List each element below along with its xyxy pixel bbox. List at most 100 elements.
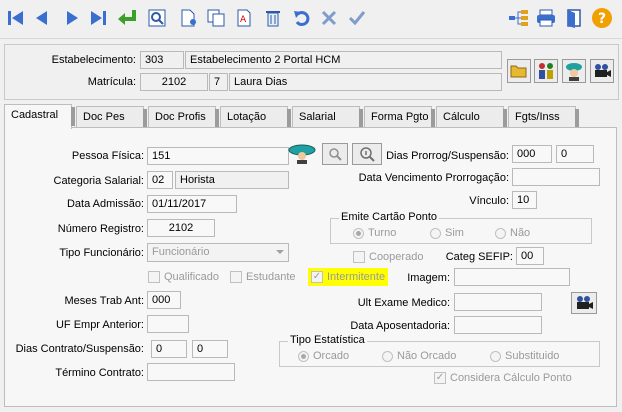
- zoom-info-icon: [360, 147, 375, 162]
- radio-dot: [382, 350, 393, 362]
- previous-record-icon[interactable]: [30, 5, 54, 31]
- tipo-estatistica-title: Tipo Estatística: [288, 334, 367, 346]
- camera-button[interactable]: [590, 59, 614, 83]
- categoria-name-field: Horista: [175, 171, 289, 189]
- dias-contrato-field-1[interactable]: 0: [151, 340, 187, 358]
- search-window-icon[interactable]: [145, 5, 169, 31]
- qualificado-checkbox[interactable]: Qualificado: [148, 271, 219, 283]
- data-vencimento-field[interactable]: [512, 168, 600, 186]
- categ-sefip-field[interactable]: 00: [516, 247, 544, 265]
- emite-sim-radio[interactable]: Sim: [430, 227, 464, 239]
- radio-label: Não: [510, 227, 531, 239]
- tab-doc-profis[interactable]: Doc Profis: [148, 106, 219, 128]
- pessoa-fisica-field[interactable]: 151: [147, 147, 289, 165]
- cancel-icon[interactable]: [317, 5, 341, 31]
- tab-label: Cálculo: [443, 111, 480, 123]
- matricula-field[interactable]: 2102: [140, 73, 208, 91]
- tab-label: Cadastral: [11, 109, 59, 121]
- tab-edge: [503, 109, 507, 128]
- intermitente-checkbox[interactable]: ✓ Intermitente: [308, 268, 389, 286]
- termino-contrato-field[interactable]: [147, 363, 235, 381]
- checkbox-box: ✓: [311, 271, 323, 283]
- return-icon[interactable]: [115, 5, 139, 31]
- help-icon[interactable]: ?: [590, 5, 614, 31]
- radio-label: Orcado: [313, 350, 350, 362]
- tab-cadastral[interactable]: Cadastral: [4, 104, 75, 129]
- folder-icon: [510, 65, 527, 78]
- data-aposentadoria-label: Data Aposentadoria:: [350, 320, 450, 332]
- zoom-info-button[interactable]: [352, 143, 382, 165]
- estabelecimento-code-field[interactable]: 303: [140, 51, 184, 69]
- people-search-button[interactable]: [534, 59, 558, 83]
- tipo-funcionario-select[interactable]: Funcionário: [147, 243, 289, 262]
- tab-salarial[interactable]: Salarial: [292, 106, 363, 128]
- radio-label: Sim: [445, 227, 464, 239]
- select-value: Funcionário: [152, 246, 210, 258]
- cooperado-checkbox[interactable]: Cooperado: [353, 251, 423, 263]
- tab-edge: [575, 109, 579, 128]
- emite-nao-radio[interactable]: Não: [495, 227, 530, 239]
- first-record-icon[interactable]: [4, 5, 28, 31]
- svg-text:?: ?: [598, 11, 606, 27]
- uf-empr-field[interactable]: [147, 315, 189, 333]
- people-icon: [539, 63, 553, 79]
- copy-icon[interactable]: [204, 5, 228, 31]
- checkbox-box: [353, 251, 365, 263]
- pessoa-fisica-label: Pessoa Física:: [71, 150, 144, 162]
- substituido-radio[interactable]: Substituido: [490, 350, 559, 362]
- imagem-field[interactable]: [454, 268, 570, 286]
- dias-contrato-field-2[interactable]: 0: [192, 340, 228, 358]
- nao-orcado-radio[interactable]: Não Orcado: [382, 350, 456, 362]
- categoria-salarial-label: Categoria Salarial:: [53, 175, 145, 187]
- tab-lotacao[interactable]: Lotação: [220, 106, 291, 128]
- open-folder-button[interactable]: [507, 59, 531, 83]
- radio-label: Não Orcado: [397, 350, 457, 362]
- new-document-icon[interactable]: [176, 5, 200, 31]
- print-icon[interactable]: [534, 5, 558, 31]
- hierarchy-icon[interactable]: [507, 5, 531, 31]
- numero-registro-label: Número Registro:: [57, 223, 144, 235]
- video-camera-icon: [577, 296, 593, 309]
- categoria-code-field[interactable]: 02: [147, 171, 173, 189]
- numero-registro-field[interactable]: 2102: [147, 219, 215, 237]
- tab-calculo[interactable]: Cálculo: [436, 106, 507, 128]
- undo-icon[interactable]: [290, 5, 314, 31]
- emite-turno-radio[interactable]: Turno: [353, 227, 396, 239]
- spellcheck-document-icon[interactable]: A: [232, 5, 256, 31]
- data-admissao-label: Data Admissão:: [66, 198, 144, 210]
- exame-camera-button[interactable]: [571, 292, 597, 314]
- user-cloud-icon: [288, 144, 316, 164]
- dias-prorrog-field-1[interactable]: 000: [512, 145, 552, 163]
- tab-edge: [359, 109, 363, 128]
- tab-doc-pes[interactable]: Doc Pes: [76, 106, 147, 128]
- tab-label: Fgts/Inss: [515, 111, 560, 123]
- tab-forma-pgto[interactable]: Forma Pgto: [364, 106, 435, 128]
- considera-calculo-checkbox[interactable]: ✓ Considera Cálculo Ponto: [434, 372, 572, 384]
- orcado-radio[interactable]: Orcado: [298, 350, 349, 362]
- ult-exame-field[interactable]: [454, 293, 542, 311]
- tab-label: Lotação: [227, 111, 267, 123]
- estudante-checkbox[interactable]: Estudante: [230, 271, 296, 283]
- next-record-icon[interactable]: [60, 5, 84, 31]
- checkbox-label: Cooperado: [369, 251, 424, 263]
- data-aposentadoria-field[interactable]: [454, 316, 542, 334]
- user-cloud-button[interactable]: [562, 59, 586, 83]
- meses-trab-field[interactable]: 000: [147, 291, 181, 309]
- dias-prorrog-field-2[interactable]: 0: [556, 145, 594, 163]
- confirm-icon[interactable]: [345, 5, 369, 31]
- checkbox-label: Estudante: [246, 271, 296, 283]
- exit-door-icon[interactable]: [562, 5, 586, 31]
- checkbox-label: Intermitente: [327, 271, 386, 283]
- tab-label: Doc Profis: [155, 111, 206, 123]
- radio-dot: [490, 350, 501, 362]
- tab-fgts-inss[interactable]: Fgts/Inss: [508, 106, 579, 128]
- pessoa-cloud-button[interactable]: [287, 143, 317, 165]
- data-admissao-field[interactable]: 01/11/2017: [147, 195, 237, 213]
- tab-label: Forma Pgto: [371, 111, 429, 123]
- uf-empr-label: UF Empr Anterior:: [55, 319, 144, 331]
- tab-label: Salarial: [299, 111, 336, 123]
- lookup-button[interactable]: [322, 143, 348, 165]
- delete-icon[interactable]: [261, 5, 285, 31]
- last-record-icon[interactable]: [86, 5, 110, 31]
- vinculo-field[interactable]: 10: [512, 191, 537, 209]
